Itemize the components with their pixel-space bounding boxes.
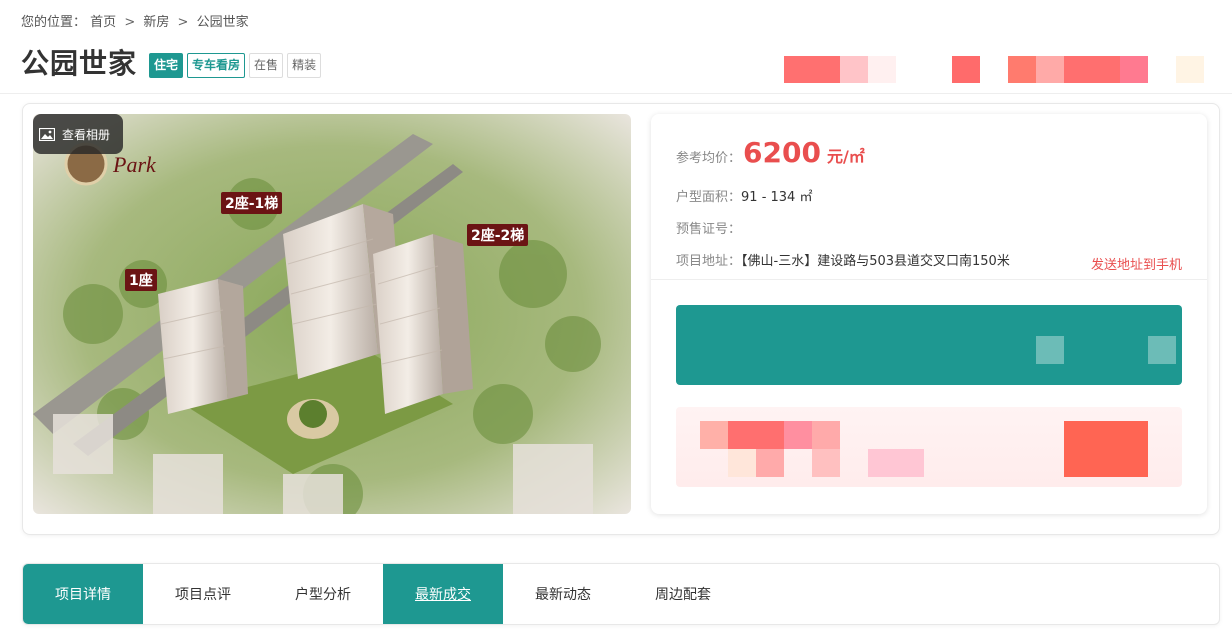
price-value: 6200 [743, 136, 821, 169]
tag-decorated: 精装 [287, 52, 322, 78]
obscured-header-widget [952, 56, 980, 83]
breadcrumb-home[interactable]: 首页 [90, 11, 116, 30]
breadcrumb-prefix: 您的位置： [21, 15, 87, 30]
tab-nearby-facilities[interactable]: 周边配套 [623, 564, 743, 624]
page-title: 公园世家 [21, 47, 138, 80]
breadcrumb-new-homes[interactable]: 新房 [143, 11, 169, 30]
price-unit: 元/㎡ [826, 147, 865, 166]
license-label: 预售证号： [676, 222, 742, 237]
project-tabs: 项目详情 项目点评 户型分析 最新成交 最新动态 周边配套 [22, 563, 1220, 625]
tab-project-reviews[interactable]: 项目点评 [143, 564, 263, 624]
obscured-action-button[interactable] [676, 305, 1182, 385]
send-address-link[interactable]: 发送地址到手机 [1091, 254, 1182, 273]
obscured-header-widget [1176, 56, 1204, 83]
building-label-1: 1座 [125, 269, 157, 291]
aerial-rendering-image: Park [33, 114, 631, 514]
tab-floor-plan-analysis[interactable]: 户型分析 [263, 564, 383, 624]
area-label: 户型面积： [676, 190, 742, 205]
address-label: 项目地址： [676, 254, 742, 269]
obscured-header-widget [784, 56, 896, 83]
breadcrumb-separator: > [177, 15, 189, 30]
panel-divider [651, 279, 1207, 280]
view-album-button[interactable]: 查看相册 [33, 114, 123, 154]
tag-shuttle-viewing[interactable]: 专车看房 [187, 52, 246, 78]
tab-latest-deals[interactable]: 最新成交 [383, 564, 503, 624]
address-value: 【佛山-三水】建设路与503县道交叉口南150米 [741, 254, 1010, 269]
address-row: 项目地址：【佛山-三水】建设路与503县道交叉口南150米 [676, 250, 1010, 269]
tab-latest-news[interactable]: 最新动态 [503, 564, 623, 624]
breadcrumb-current: 公园世家 [196, 15, 249, 30]
price-row: 参考均价： 6200 元/㎡ [676, 136, 865, 169]
tag-residential: 住宅 [149, 52, 184, 78]
info-panel: 参考均价： 6200 元/㎡ 户型面积：91 - 134 ㎡ 预售证号： 项目地… [651, 114, 1207, 514]
price-label: 参考均价： [676, 151, 742, 166]
breadcrumb-separator: > [124, 15, 136, 30]
breadcrumb: 您的位置： 首页 > 新房 > 公园世家 [21, 11, 249, 30]
obscured-header-widget [1008, 56, 1148, 83]
obscured-promo-strip[interactable] [676, 407, 1182, 487]
tag-on-sale: 在售 [249, 52, 284, 78]
project-photo[interactable]: Park 2座-1梯 2座-2梯 1座 [33, 114, 631, 514]
picture-icon [39, 127, 55, 141]
view-album-label: 查看相册 [62, 127, 111, 142]
header-divider [0, 93, 1232, 94]
area-value: 91 - 134 ㎡ [741, 190, 813, 205]
building-label-2-1: 2座-1梯 [221, 192, 283, 214]
building-label-2-2: 2座-2梯 [467, 224, 529, 246]
license-row: 预售证号： [676, 218, 741, 237]
tab-project-details[interactable]: 项目详情 [23, 564, 143, 624]
title-row: 公园世家 住宅 专车看房 在售 精装 [21, 44, 325, 80]
svg-text:Park: Park [112, 152, 157, 177]
area-row: 户型面积：91 - 134 ㎡ [676, 186, 812, 205]
